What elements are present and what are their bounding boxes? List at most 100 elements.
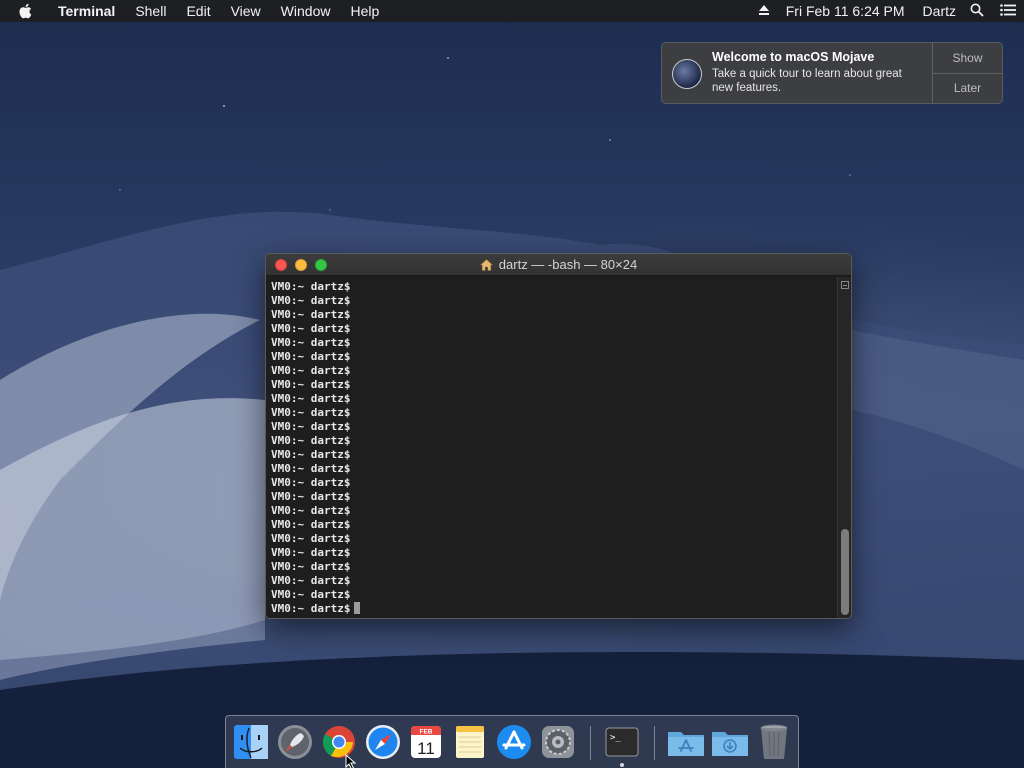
apple-icon[interactable] bbox=[18, 3, 38, 19]
terminal-prompt: VM0:~ dartz$ bbox=[271, 574, 351, 587]
terminal-glyph: >_ bbox=[610, 733, 621, 743]
calendar-day: 11 bbox=[417, 739, 435, 758]
terminal-running-indicator bbox=[620, 763, 624, 767]
terminal-line: VM0:~ dartz$ bbox=[271, 308, 836, 322]
terminal-title-bar[interactable]: dartz — -bash — 80×24 bbox=[266, 254, 851, 276]
menu-window[interactable]: Window bbox=[271, 0, 341, 22]
safari-icon[interactable] bbox=[363, 722, 403, 762]
terminal-prompt: VM0:~ dartz$ bbox=[271, 560, 351, 573]
zoom-button[interactable] bbox=[315, 259, 327, 271]
terminal-prompt: VM0:~ dartz$ bbox=[271, 504, 351, 517]
notification-later-button[interactable]: Later bbox=[933, 72, 1002, 104]
minimize-button[interactable] bbox=[295, 259, 307, 271]
scrollbar-thumb[interactable] bbox=[841, 529, 849, 615]
terminal-line: VM0:~ dartz$ bbox=[271, 448, 836, 462]
eject-icon[interactable] bbox=[758, 3, 770, 19]
terminal-line: VM0:~ dartz$ bbox=[271, 588, 836, 602]
terminal-line: VM0:~ dartz$ bbox=[271, 602, 836, 616]
terminal-line: VM0:~ dartz$ bbox=[271, 476, 836, 490]
terminal-line: VM0:~ dartz$ bbox=[271, 490, 836, 504]
welcome-notification[interactable]: Welcome to macOS Mojave Take a quick tou… bbox=[661, 42, 1003, 104]
terminal-prompt: VM0:~ dartz$ bbox=[271, 476, 351, 489]
window-controls bbox=[275, 259, 335, 271]
terminal-scrollbar[interactable] bbox=[837, 277, 851, 618]
terminal-cursor bbox=[354, 602, 361, 614]
dock: FEB 11 >_ bbox=[225, 715, 799, 768]
terminal-prompt: VM0:~ dartz$ bbox=[271, 364, 351, 377]
terminal-line: VM0:~ dartz$ bbox=[271, 574, 836, 588]
terminal-title-text: dartz — -bash — 80×24 bbox=[498, 257, 638, 272]
terminal-line: VM0:~ dartz$ bbox=[271, 532, 836, 546]
spotlight-search-icon[interactable] bbox=[970, 3, 984, 20]
terminal-prompt: VM0:~ dartz$ bbox=[271, 322, 351, 335]
calendar-month: FEB bbox=[420, 729, 433, 736]
terminal-line: VM0:~ dartz$ bbox=[271, 504, 836, 518]
terminal-line: VM0:~ dartz$ bbox=[271, 420, 836, 434]
dock-separator bbox=[654, 726, 655, 760]
terminal-line: VM0:~ dartz$ bbox=[271, 546, 836, 560]
notification-body[interactable]: Welcome to macOS Mojave Take a quick tou… bbox=[712, 43, 932, 103]
terminal-prompt: VM0:~ dartz$ bbox=[271, 294, 351, 307]
terminal-line: VM0:~ dartz$ bbox=[271, 518, 836, 532]
terminal-prompt: VM0:~ dartz$ bbox=[271, 434, 351, 447]
terminal-line: VM0:~ dartz$ bbox=[271, 294, 836, 308]
system-preferences-icon[interactable] bbox=[538, 722, 578, 762]
terminal-line: VM0:~ dartz$ bbox=[271, 336, 836, 350]
terminal-prompt: VM0:~ dartz$ bbox=[271, 378, 351, 391]
terminal-line: VM0:~ dartz$ bbox=[271, 406, 836, 420]
terminal-line: VM0:~ dartz$ bbox=[271, 560, 836, 574]
terminal-title: dartz — -bash — 80×24 bbox=[479, 257, 638, 272]
launchpad-icon[interactable] bbox=[275, 722, 315, 762]
trash-icon[interactable] bbox=[754, 722, 794, 762]
downloads-folder-icon[interactable] bbox=[710, 722, 750, 762]
terminal-icon[interactable]: >_ bbox=[602, 722, 642, 762]
terminal-prompt: VM0:~ dartz$ bbox=[271, 406, 351, 419]
menu-app-terminal[interactable]: Terminal bbox=[52, 0, 125, 22]
notes-icon[interactable] bbox=[450, 722, 490, 762]
menu-bar-extras: Fri Feb 11 6:24 PM Dartz bbox=[750, 3, 1024, 20]
menu-help[interactable]: Help bbox=[340, 0, 389, 22]
terminal-prompt: VM0:~ dartz$ bbox=[271, 420, 351, 433]
terminal-line: VM0:~ dartz$ bbox=[271, 350, 836, 364]
notification-actions: Show Later bbox=[932, 43, 1002, 103]
app-store-icon[interactable] bbox=[494, 722, 534, 762]
home-icon bbox=[479, 258, 493, 271]
terminal-prompt: VM0:~ dartz$ bbox=[271, 588, 351, 601]
terminal-prompt: VM0:~ dartz$ bbox=[271, 602, 351, 615]
menu-bar-clock[interactable]: Fri Feb 11 6:24 PM bbox=[786, 3, 905, 19]
menu-view[interactable]: View bbox=[221, 0, 271, 22]
dock-separator bbox=[590, 726, 591, 760]
split-pane-icon[interactable] bbox=[841, 281, 849, 289]
terminal-prompt: VM0:~ dartz$ bbox=[271, 336, 351, 349]
menu-bar-user[interactable]: Dartz bbox=[923, 3, 956, 19]
close-button[interactable] bbox=[275, 259, 287, 271]
terminal-line: VM0:~ dartz$ bbox=[271, 462, 836, 476]
terminal-prompt: VM0:~ dartz$ bbox=[271, 546, 351, 559]
notification-show-button[interactable]: Show bbox=[933, 43, 1002, 73]
terminal-prompt: VM0:~ dartz$ bbox=[271, 448, 351, 461]
terminal-prompt: VM0:~ dartz$ bbox=[271, 532, 351, 545]
notification-text: Take a quick tour to learn about great n… bbox=[712, 68, 902, 94]
terminal-line: VM0:~ dartz$ bbox=[271, 364, 836, 378]
terminal-prompt: VM0:~ dartz$ bbox=[271, 462, 351, 475]
terminal-line: VM0:~ dartz$ bbox=[271, 378, 836, 392]
mouse-pointer-icon bbox=[345, 754, 357, 768]
terminal-prompt: VM0:~ dartz$ bbox=[271, 392, 351, 405]
terminal-output[interactable]: VM0:~ dartz$ VM0:~ dartz$ VM0:~ dartz$ VM0:… bbox=[266, 277, 836, 618]
terminal-line: VM0:~ dartz$ bbox=[271, 322, 836, 336]
finder-icon[interactable] bbox=[231, 722, 271, 762]
terminal-prompt: VM0:~ dartz$ bbox=[271, 350, 351, 363]
applications-folder-icon[interactable] bbox=[666, 722, 706, 762]
notification-center-icon[interactable] bbox=[1000, 3, 1016, 19]
terminal-prompt: VM0:~ dartz$ bbox=[271, 490, 351, 503]
terminal-line: VM0:~ dartz$ bbox=[271, 280, 836, 294]
calendar-icon[interactable]: FEB 11 bbox=[406, 722, 446, 762]
terminal-line: VM0:~ dartz$ bbox=[271, 434, 836, 448]
terminal-prompt: VM0:~ dartz$ bbox=[271, 280, 351, 293]
terminal-window[interactable]: dartz — -bash — 80×24 VM0:~ dartz$ VM0:~ … bbox=[265, 253, 852, 619]
terminal-prompt: VM0:~ dartz$ bbox=[271, 518, 351, 531]
menu-shell[interactable]: Shell bbox=[125, 0, 176, 22]
menu-bar: Terminal Shell Edit View Window Help Fri… bbox=[0, 0, 1024, 22]
notification-title: Welcome to macOS Mojave bbox=[712, 50, 875, 64]
menu-edit[interactable]: Edit bbox=[176, 0, 220, 22]
